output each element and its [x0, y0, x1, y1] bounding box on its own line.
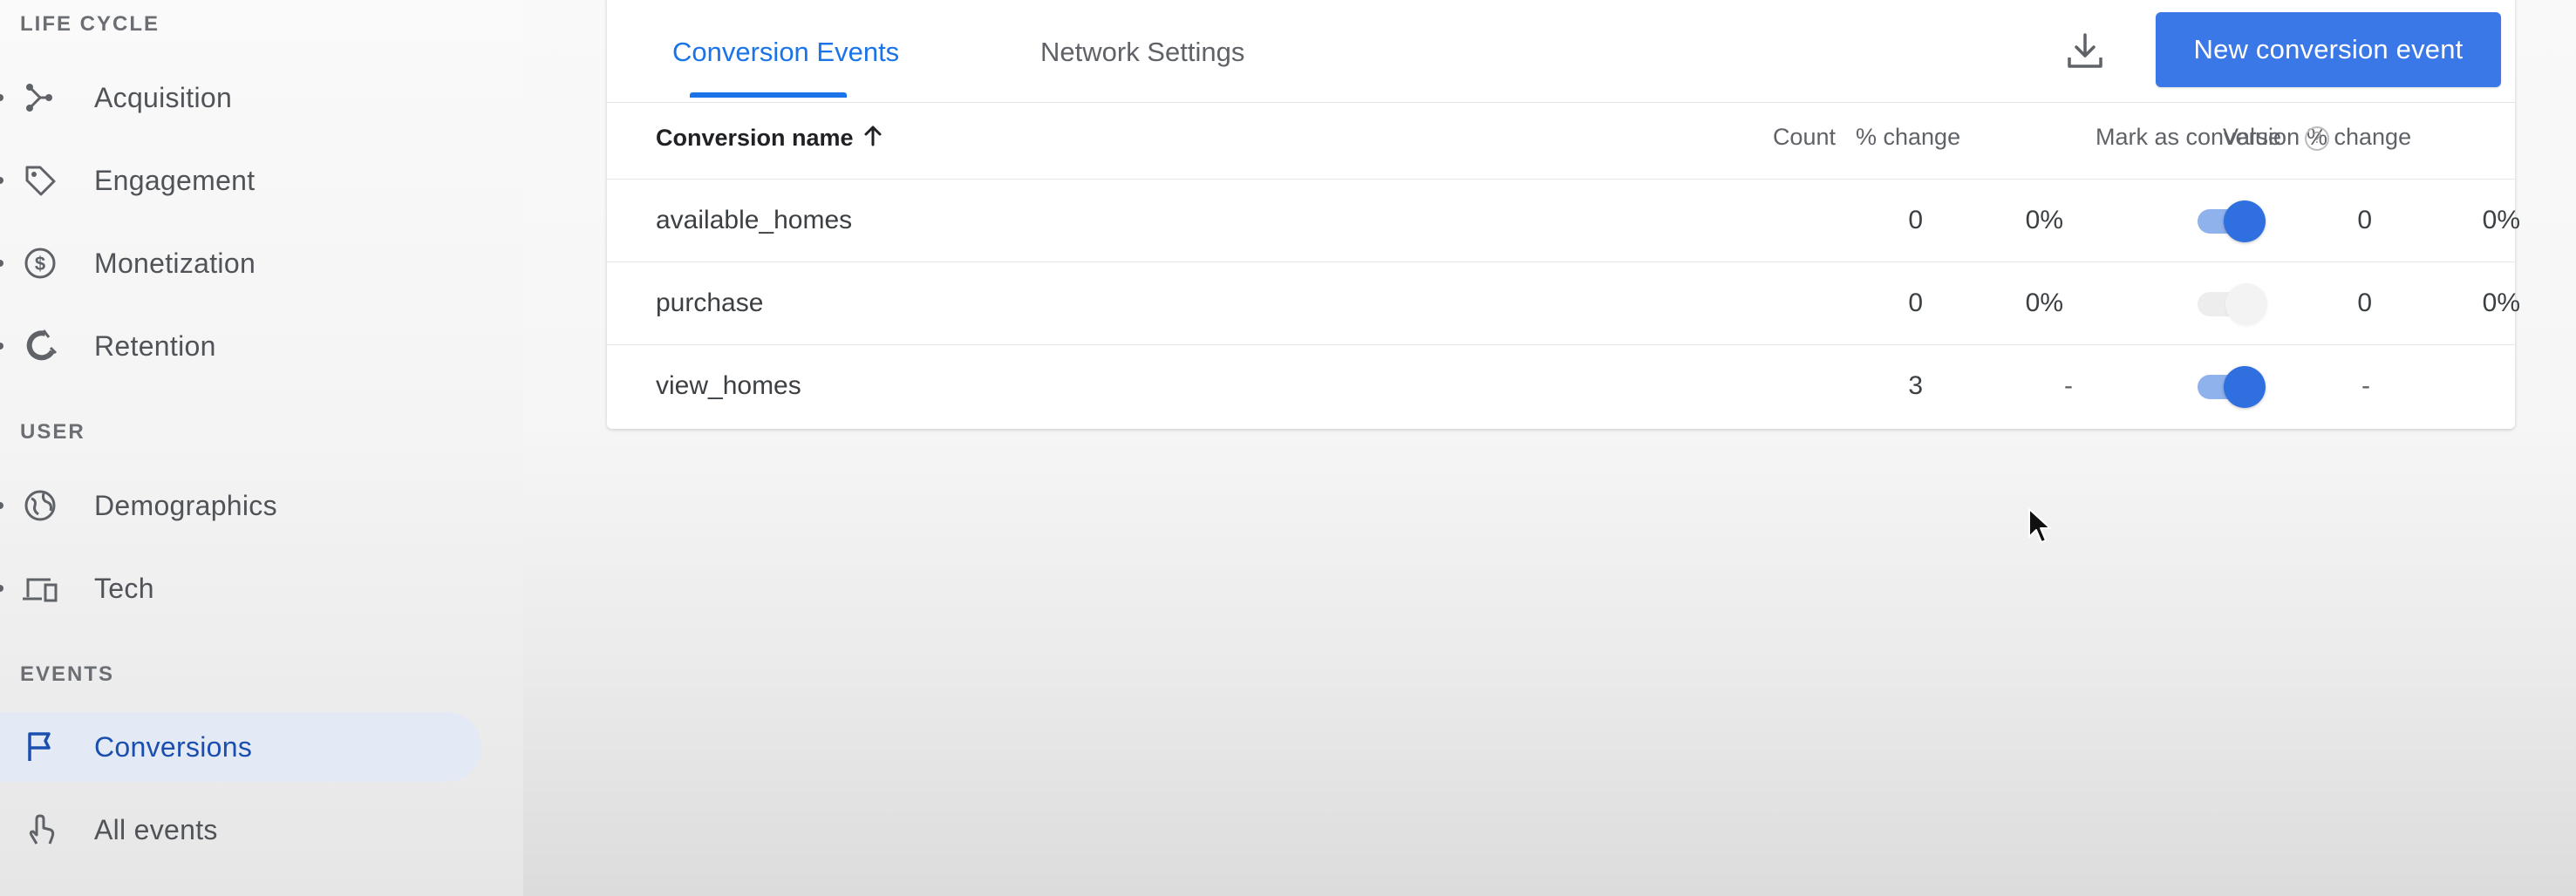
sidebar: LIFE CYCLE Acquisition Engagement $ Mone…	[0, 0, 523, 896]
expand-bullet	[0, 260, 3, 267]
count-change-cell: -	[2064, 371, 2073, 400]
sidebar-item-label: Engagement	[94, 164, 256, 196]
sidebar-item-all-events[interactable]: All events	[0, 795, 481, 865]
value-change-cell: 0%	[2482, 206, 2520, 234]
expand-bullet	[0, 343, 3, 350]
sort-ascending-icon	[862, 124, 883, 153]
globe-icon	[21, 488, 59, 523]
sidebar-item-engagement[interactable]: Engagement	[0, 146, 481, 215]
conversion-name-cell: purchase	[656, 288, 764, 317]
value-change-cell: 0%	[2482, 288, 2520, 317]
toggle-knob	[2224, 366, 2266, 408]
sidebar-item-label: Retention	[94, 329, 216, 362]
count-change-cell: 0%	[2025, 288, 2063, 317]
sidebar-item-demographics[interactable]: Demographics	[0, 471, 481, 540]
value-cell: 0	[2357, 206, 2372, 234]
column-header-mark-as-conversion: Mark as conversion?	[2096, 124, 2330, 151]
active-tab-indicator	[690, 92, 847, 98]
table-row: view_homes 3 - -	[607, 345, 2515, 427]
flag-icon	[21, 730, 59, 764]
value-cell: 0	[2357, 288, 2372, 317]
dollar-icon: $	[21, 246, 59, 281]
expand-bullet	[0, 502, 3, 509]
toggle-knob	[2224, 200, 2266, 242]
acquisition-icon	[21, 80, 59, 115]
expand-bullet	[0, 177, 3, 184]
column-header-label: Mark as conversion	[2096, 124, 2300, 150]
download-icon	[2064, 30, 2106, 76]
column-header-label: Conversion name	[656, 125, 854, 151]
mouse-cursor-icon	[2027, 507, 2054, 546]
value-cell: -	[2361, 371, 2370, 400]
sidebar-item-retention[interactable]: Retention	[0, 311, 481, 381]
sidebar-item-label: Acquisition	[94, 81, 233, 113]
sidebar-item-conversions[interactable]: Conversions	[0, 712, 481, 782]
sidebar-item-tech[interactable]: Tech	[0, 553, 481, 623]
column-header-count-change[interactable]: % change	[1856, 124, 1960, 151]
section-header-life-cycle: LIFE CYCLE	[20, 12, 160, 36]
sidebar-item-label: Demographics	[94, 489, 277, 521]
magnet-icon	[21, 329, 59, 363]
sidebar-item-label: Monetization	[94, 247, 256, 279]
mark-as-conversion-toggle[interactable]	[2196, 200, 2266, 242]
toggle-knob	[2225, 283, 2267, 325]
count-cell: 3	[1908, 371, 1923, 400]
count-cell: 0	[1908, 206, 1923, 234]
column-header-count[interactable]: Count	[1731, 124, 1836, 151]
sidebar-item-acquisition[interactable]: Acquisition	[0, 63, 481, 132]
section-header-user: USER	[20, 420, 85, 444]
tabs-divider	[607, 102, 2515, 103]
conversion-name-cell: available_homes	[656, 206, 853, 234]
devices-icon	[21, 571, 59, 606]
expand-bullet	[0, 585, 3, 592]
section-header-events: EVENTS	[20, 662, 115, 686]
count-change-cell: 0%	[2025, 206, 2063, 234]
mark-as-conversion-toggle[interactable]	[2196, 283, 2267, 325]
tab-conversion-events[interactable]: Conversion Events	[672, 37, 899, 68]
conversion-name-cell: view_homes	[656, 371, 801, 400]
column-header-conversion-name[interactable]: Conversion name	[656, 124, 883, 153]
new-conversion-event-button[interactable]: New conversion event	[2156, 12, 2501, 87]
touch-icon	[21, 812, 59, 847]
sidebar-item-monetization[interactable]: $ Monetization	[0, 228, 481, 298]
sidebar-item-label: Conversions	[94, 730, 253, 763]
table-row: purchase 0 0% 0 0%	[607, 262, 2520, 344]
help-icon[interactable]: ?	[2305, 126, 2330, 151]
table-row: available_homes 0 0% 0 0%	[607, 180, 2520, 261]
download-button[interactable]	[2057, 24, 2113, 80]
sidebar-item-label: Tech	[94, 572, 154, 604]
count-cell: 0	[1908, 288, 1923, 317]
tab-network-settings[interactable]: Network Settings	[1040, 37, 1244, 68]
tag-icon	[21, 163, 59, 198]
expand-bullet	[0, 94, 3, 101]
mark-as-conversion-toggle[interactable]	[2196, 366, 2266, 408]
svg-text:$: $	[35, 253, 45, 275]
conversions-card: Conversion Events Network Settings New c…	[607, 0, 2520, 429]
sidebar-item-label: All events	[94, 813, 218, 845]
